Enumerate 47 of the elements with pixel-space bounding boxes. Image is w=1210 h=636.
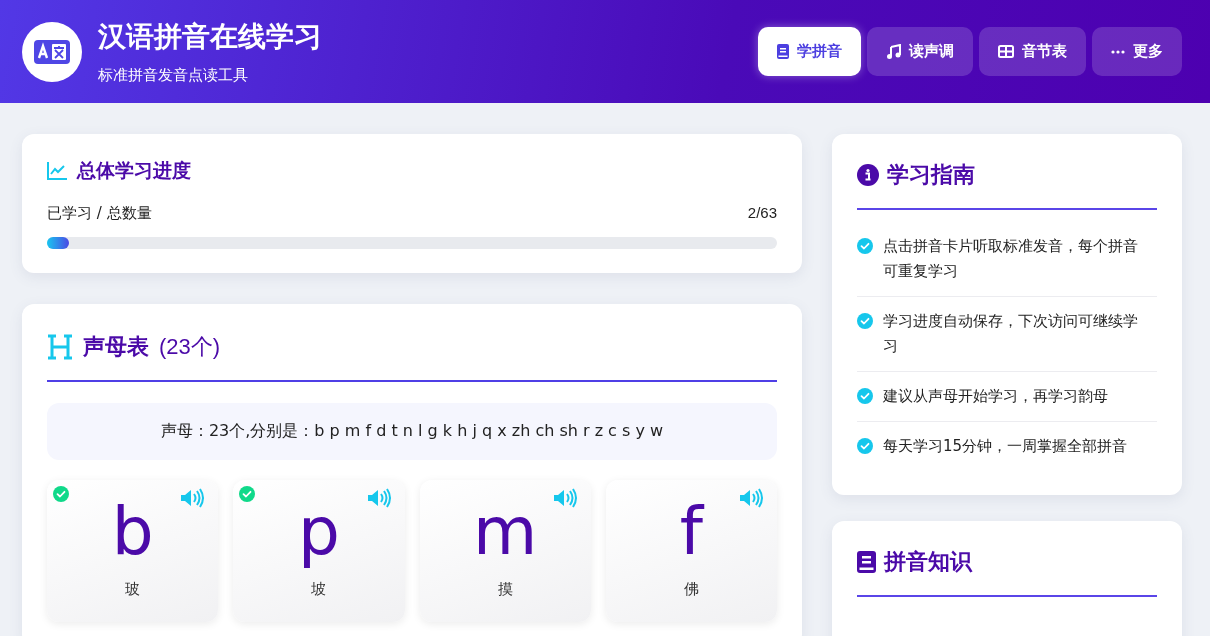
translate-icon [34, 39, 70, 64]
speaker-icon [180, 488, 207, 508]
check-circle-icon [857, 313, 873, 329]
heading-icon [47, 334, 73, 360]
section-title: 总体学习进度 [77, 158, 191, 183]
pinyin-letter: p [297, 492, 340, 572]
example-character: 玻 [125, 580, 141, 599]
check-circle-icon [857, 388, 873, 404]
guide-tip: 学习进度自动保存，下次访问可继续学习 [883, 311, 1139, 357]
section-title: 声母表 [83, 333, 149, 361]
progress-label: 已学习 / 总数量 [47, 204, 152, 223]
guide-tip: 每天学习15分钟，一周掌握全部拼音 [883, 436, 1129, 457]
check-circle-icon [857, 238, 873, 254]
table-icon [998, 45, 1014, 58]
example-character: 摸 [497, 580, 513, 599]
nav-tab[interactable]: 学拼音 [758, 27, 861, 76]
pinyin-letter: b [111, 492, 154, 572]
more-icon [1111, 49, 1125, 54]
check-circle-icon [857, 438, 873, 454]
pinyin-card[interactable]: m 摸 [419, 480, 591, 622]
pinyin-letter: m [472, 492, 538, 572]
book-icon [857, 551, 876, 573]
chart-line-icon [47, 162, 67, 180]
initials-intro: 声母：23个,分别是：b p m f d t n l g k h j q x zh ch sh r z c s y w [47, 403, 777, 460]
nav-tab[interactable]: 读声调 [867, 27, 973, 76]
music-note-icon [886, 44, 901, 59]
speaker-icon [366, 488, 393, 508]
app-title: 汉语拼音在线学习 [98, 19, 322, 55]
pinyin-letter: f [679, 492, 703, 572]
speaker-icon [739, 488, 765, 508]
info-icon [857, 164, 879, 186]
example-character: 坡 [311, 580, 327, 599]
speaker-icon [552, 488, 579, 508]
pinyin-card[interactable]: p 坡 [233, 480, 405, 622]
example-character: 佛 [683, 580, 699, 599]
book-icon [777, 44, 789, 59]
nav-tab[interactable]: 音节表 [979, 27, 1086, 76]
progress-count: 2/63 [747, 204, 777, 223]
pinyin-card[interactable]: b 玻 [47, 480, 219, 622]
section-count: (23个) [159, 333, 221, 361]
section-title: 学习指南 [887, 161, 975, 189]
guide-tip: 点击拼音卡片听取标准发音，每个拼音可重复学习 [883, 236, 1139, 282]
nav-tab[interactable]: 更多 [1092, 27, 1182, 76]
app-subtitle: 标准拼音发音点读工具 [98, 66, 249, 85]
pinyin-card[interactable]: f 佛 [605, 480, 777, 622]
section-title: 拼音知识 [884, 548, 972, 576]
guide-tip: 建议从声母开始学习，再学习韵母 [883, 386, 1109, 407]
